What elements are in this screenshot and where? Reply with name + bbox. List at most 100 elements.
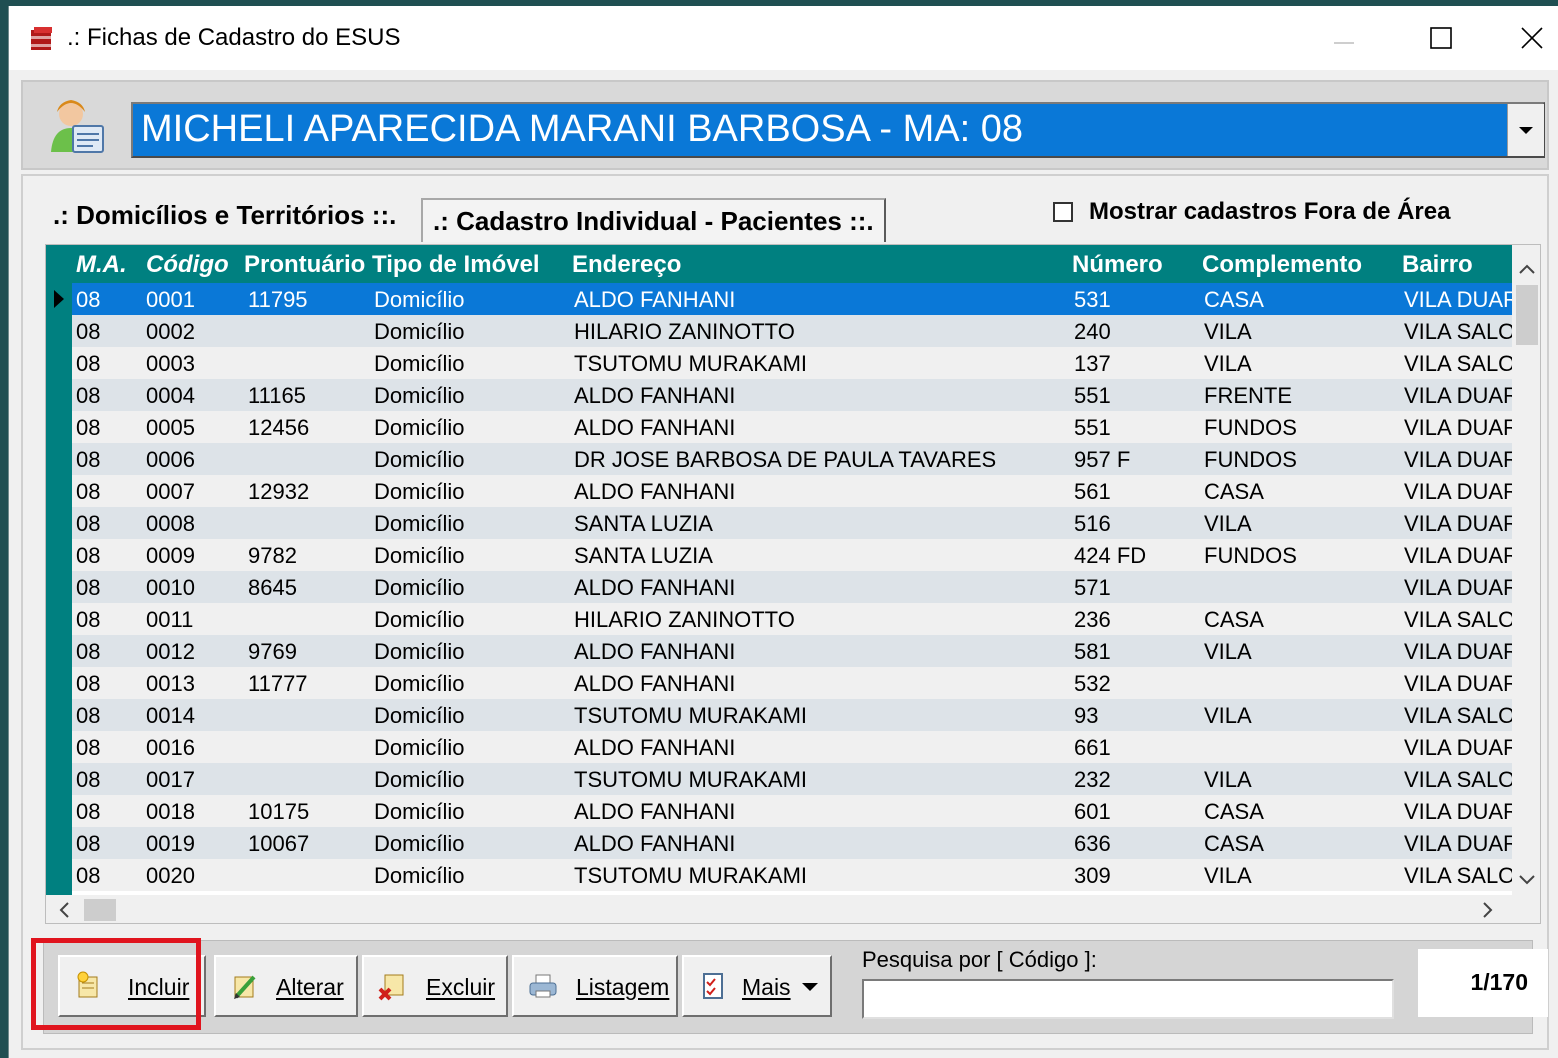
cell-prontuario: 8645 — [248, 575, 297, 600]
cell-tipo-imovel: Domicílio — [374, 479, 465, 504]
cell-codigo: 0004 — [146, 383, 195, 408]
table-row[interactable]: 08 0004 11165 Domicílio ALDO FANHANI 551 FRENT… — [72, 379, 1512, 411]
mais-label: Mais — [742, 974, 791, 1000]
column-header-tipo-imovel[interactable]: Tipo de Imóvel — [372, 251, 540, 279]
table-row[interactable]: 08 0016 Domicílio ALDO FANHANI 661 VILA DUAR — [72, 731, 1512, 763]
cell-bairro: VILA DUAR — [1404, 415, 1512, 440]
maximize-button[interactable] — [1389, 6, 1479, 70]
vertical-scroll-thumb[interactable] — [1516, 285, 1538, 345]
alterar-button[interactable]: Alterar — [214, 955, 358, 1017]
table-row[interactable]: 08 0001 11795 Domicílio ALDO FANHANI 531 CASA V… — [72, 283, 1512, 315]
table-row[interactable]: 08 0006 Domicílio DR JOSE BARBOSA DE PAULA … — [72, 443, 1512, 475]
cell-tipo-imovel: Domicílio — [374, 831, 465, 856]
agent-select[interactable]: MICHELI APARECIDA MARANI BARBOSA - MA: 0… — [131, 102, 1545, 158]
cell-ma: 08 — [76, 671, 101, 696]
scroll-left-icon[interactable] — [50, 895, 80, 924]
table-row[interactable]: 08 0019 10067 Domicílio ALDO FANHANI 636 CASA V… — [72, 827, 1512, 859]
minimize-button[interactable] — [1299, 6, 1389, 70]
table-row[interactable]: 08 0007 12932 Domicílio ALDO FANHANI 561 CASA V… — [72, 475, 1512, 507]
column-header-complemento[interactable]: Complemento — [1202, 251, 1362, 279]
cell-codigo: 0014 — [146, 703, 195, 728]
cell-codigo: 0008 — [146, 511, 195, 536]
column-header-ma[interactable]: M.A. — [76, 251, 127, 279]
cell-endereco: SANTA LUZIA — [574, 543, 713, 568]
table-row[interactable]: 08 0014 Domicílio TSUTOMU MURAKAMI 93 VILA VIL… — [72, 699, 1512, 731]
agent-dropdown-button[interactable] — [1507, 104, 1544, 156]
scroll-down-icon[interactable] — [1512, 865, 1541, 895]
scroll-right-icon[interactable] — [1472, 895, 1502, 924]
cell-complemento: VILA — [1204, 319, 1252, 344]
cell-bairro: VILA DUAR — [1404, 831, 1512, 856]
cell-ma: 08 — [76, 319, 101, 344]
cell-endereco: ALDO FANHANI — [574, 479, 736, 504]
cell-codigo: 0017 — [146, 767, 195, 792]
cell-tipo-imovel: Domicílio — [374, 799, 465, 824]
cell-numero: 551 — [1074, 415, 1111, 440]
listagem-button[interactable]: Listagem — [512, 955, 678, 1017]
scroll-up-icon[interactable] — [1512, 255, 1541, 285]
cell-ma: 08 — [76, 703, 101, 728]
horizontal-scrollbar[interactable] — [46, 895, 1540, 924]
cell-ma: 08 — [76, 383, 101, 408]
cell-endereco: ALDO FANHANI — [574, 799, 736, 824]
excluir-button[interactable]: Excluir — [362, 955, 508, 1017]
cell-endereco: DR JOSE BARBOSA DE PAULA TAVARES — [574, 447, 997, 472]
cell-prontuario: 11795 — [248, 287, 308, 312]
printer-icon — [529, 974, 557, 998]
search-input[interactable] — [862, 979, 1394, 1019]
table-row[interactable]: 08 0009 9782 Domicílio SANTA LUZIA 424 FD FUND… — [72, 539, 1512, 571]
cell-tipo-imovel: Domicílio — [374, 703, 465, 728]
tab-cadastro-individual[interactable]: .: Cadastro Individual - Pacientes ::. — [421, 198, 886, 242]
cell-ma: 08 — [76, 831, 101, 856]
cell-codigo: 0006 — [146, 447, 195, 472]
horizontal-scroll-thumb[interactable] — [84, 899, 116, 921]
mais-button[interactable]: Mais — [682, 955, 832, 1017]
column-header-codigo[interactable]: Código — [146, 251, 229, 279]
table-row[interactable]: 08 0010 8645 Domicílio ALDO FANHANI 571 VILA D… — [72, 571, 1512, 603]
table-row[interactable]: 08 0018 10175 Domicílio ALDO FANHANI 601 CASA V… — [72, 795, 1512, 827]
cell-bairro: VILA DUAR — [1404, 479, 1512, 504]
cell-ma: 08 — [76, 415, 101, 440]
table-row[interactable]: 08 0017 Domicílio TSUTOMU MURAKAMI 232 VILA VI… — [72, 763, 1512, 795]
column-header-prontuario[interactable]: Prontuário — [244, 251, 365, 279]
maximize-icon — [1430, 27, 1452, 49]
vertical-scrollbar[interactable] — [1512, 245, 1541, 895]
table-row[interactable]: 08 0011 Domicílio HILARIO ZANINOTTO 236 CASA V… — [72, 603, 1512, 635]
table-row[interactable]: 08 0012 9769 Domicílio ALDO FANHANI 581 VILA VI… — [72, 635, 1512, 667]
cell-codigo: 0005 — [146, 415, 195, 440]
cell-prontuario: 12456 — [248, 415, 310, 440]
window-title: .: Fichas de Cadastro do ESUS — [67, 24, 401, 51]
incluir-button[interactable]: Incluir — [58, 955, 206, 1017]
cell-ma: 08 — [76, 735, 101, 760]
cell-tipo-imovel: Domicílio — [374, 767, 465, 792]
cell-complemento: FUNDOS — [1204, 447, 1297, 472]
table-row[interactable]: 08 0020 Domicílio TSUTOMU MURAKAMI 309 VILA VI… — [72, 859, 1512, 891]
close-button[interactable] — [1479, 6, 1558, 70]
table-row[interactable]: 08 0013 11777 Domicílio ALDO FANHANI 532 VILA … — [72, 667, 1512, 699]
cell-bairro: VILA SALO — [1404, 351, 1512, 376]
table-row[interactable]: 08 0005 12456 Domicílio ALDO FANHANI 551 FUNDO… — [72, 411, 1512, 443]
column-header-endereco[interactable]: Endereço — [572, 251, 681, 279]
cell-numero: 532 — [1074, 671, 1111, 696]
cell-complemento: CASA — [1204, 607, 1264, 632]
fora-area-checkbox[interactable] — [1053, 202, 1073, 222]
cell-bairro: VILA DUAR — [1404, 543, 1512, 568]
cell-numero: 957 F — [1074, 447, 1131, 472]
title-bar: .: Fichas de Cadastro do ESUS — [9, 6, 1558, 70]
column-header-bairro[interactable]: Bairro — [1402, 251, 1473, 279]
table-row[interactable]: 08 0003 Domicílio TSUTOMU MURAKAMI 137 VILA VI… — [72, 347, 1512, 379]
cell-ma: 08 — [76, 639, 101, 664]
column-header-numero[interactable]: Número — [1072, 251, 1163, 279]
table-row[interactable]: 08 0002 Domicílio HILARIO ZANINOTTO 240 VILA V… — [72, 315, 1512, 347]
checklist-icon — [703, 973, 723, 999]
cell-codigo: 0018 — [146, 799, 195, 824]
cell-ma: 08 — [76, 447, 101, 472]
incluir-label: Incluir — [128, 974, 190, 1000]
cell-bairro: VILA DUAR — [1404, 671, 1512, 696]
cell-complemento: VILA — [1204, 351, 1252, 376]
table-row[interactable]: 08 0008 Domicílio SANTA LUZIA 516 VILA VILA DU… — [72, 507, 1512, 539]
cell-numero: 137 — [1074, 351, 1111, 376]
tab-domicilios[interactable]: .: Domicílios e Territórios ::. — [43, 194, 407, 244]
records-table[interactable]: M.A. Código Prontuário Tipo de Imóvel En… — [45, 244, 1541, 924]
cell-bairro: VILA DUAR — [1404, 287, 1512, 312]
